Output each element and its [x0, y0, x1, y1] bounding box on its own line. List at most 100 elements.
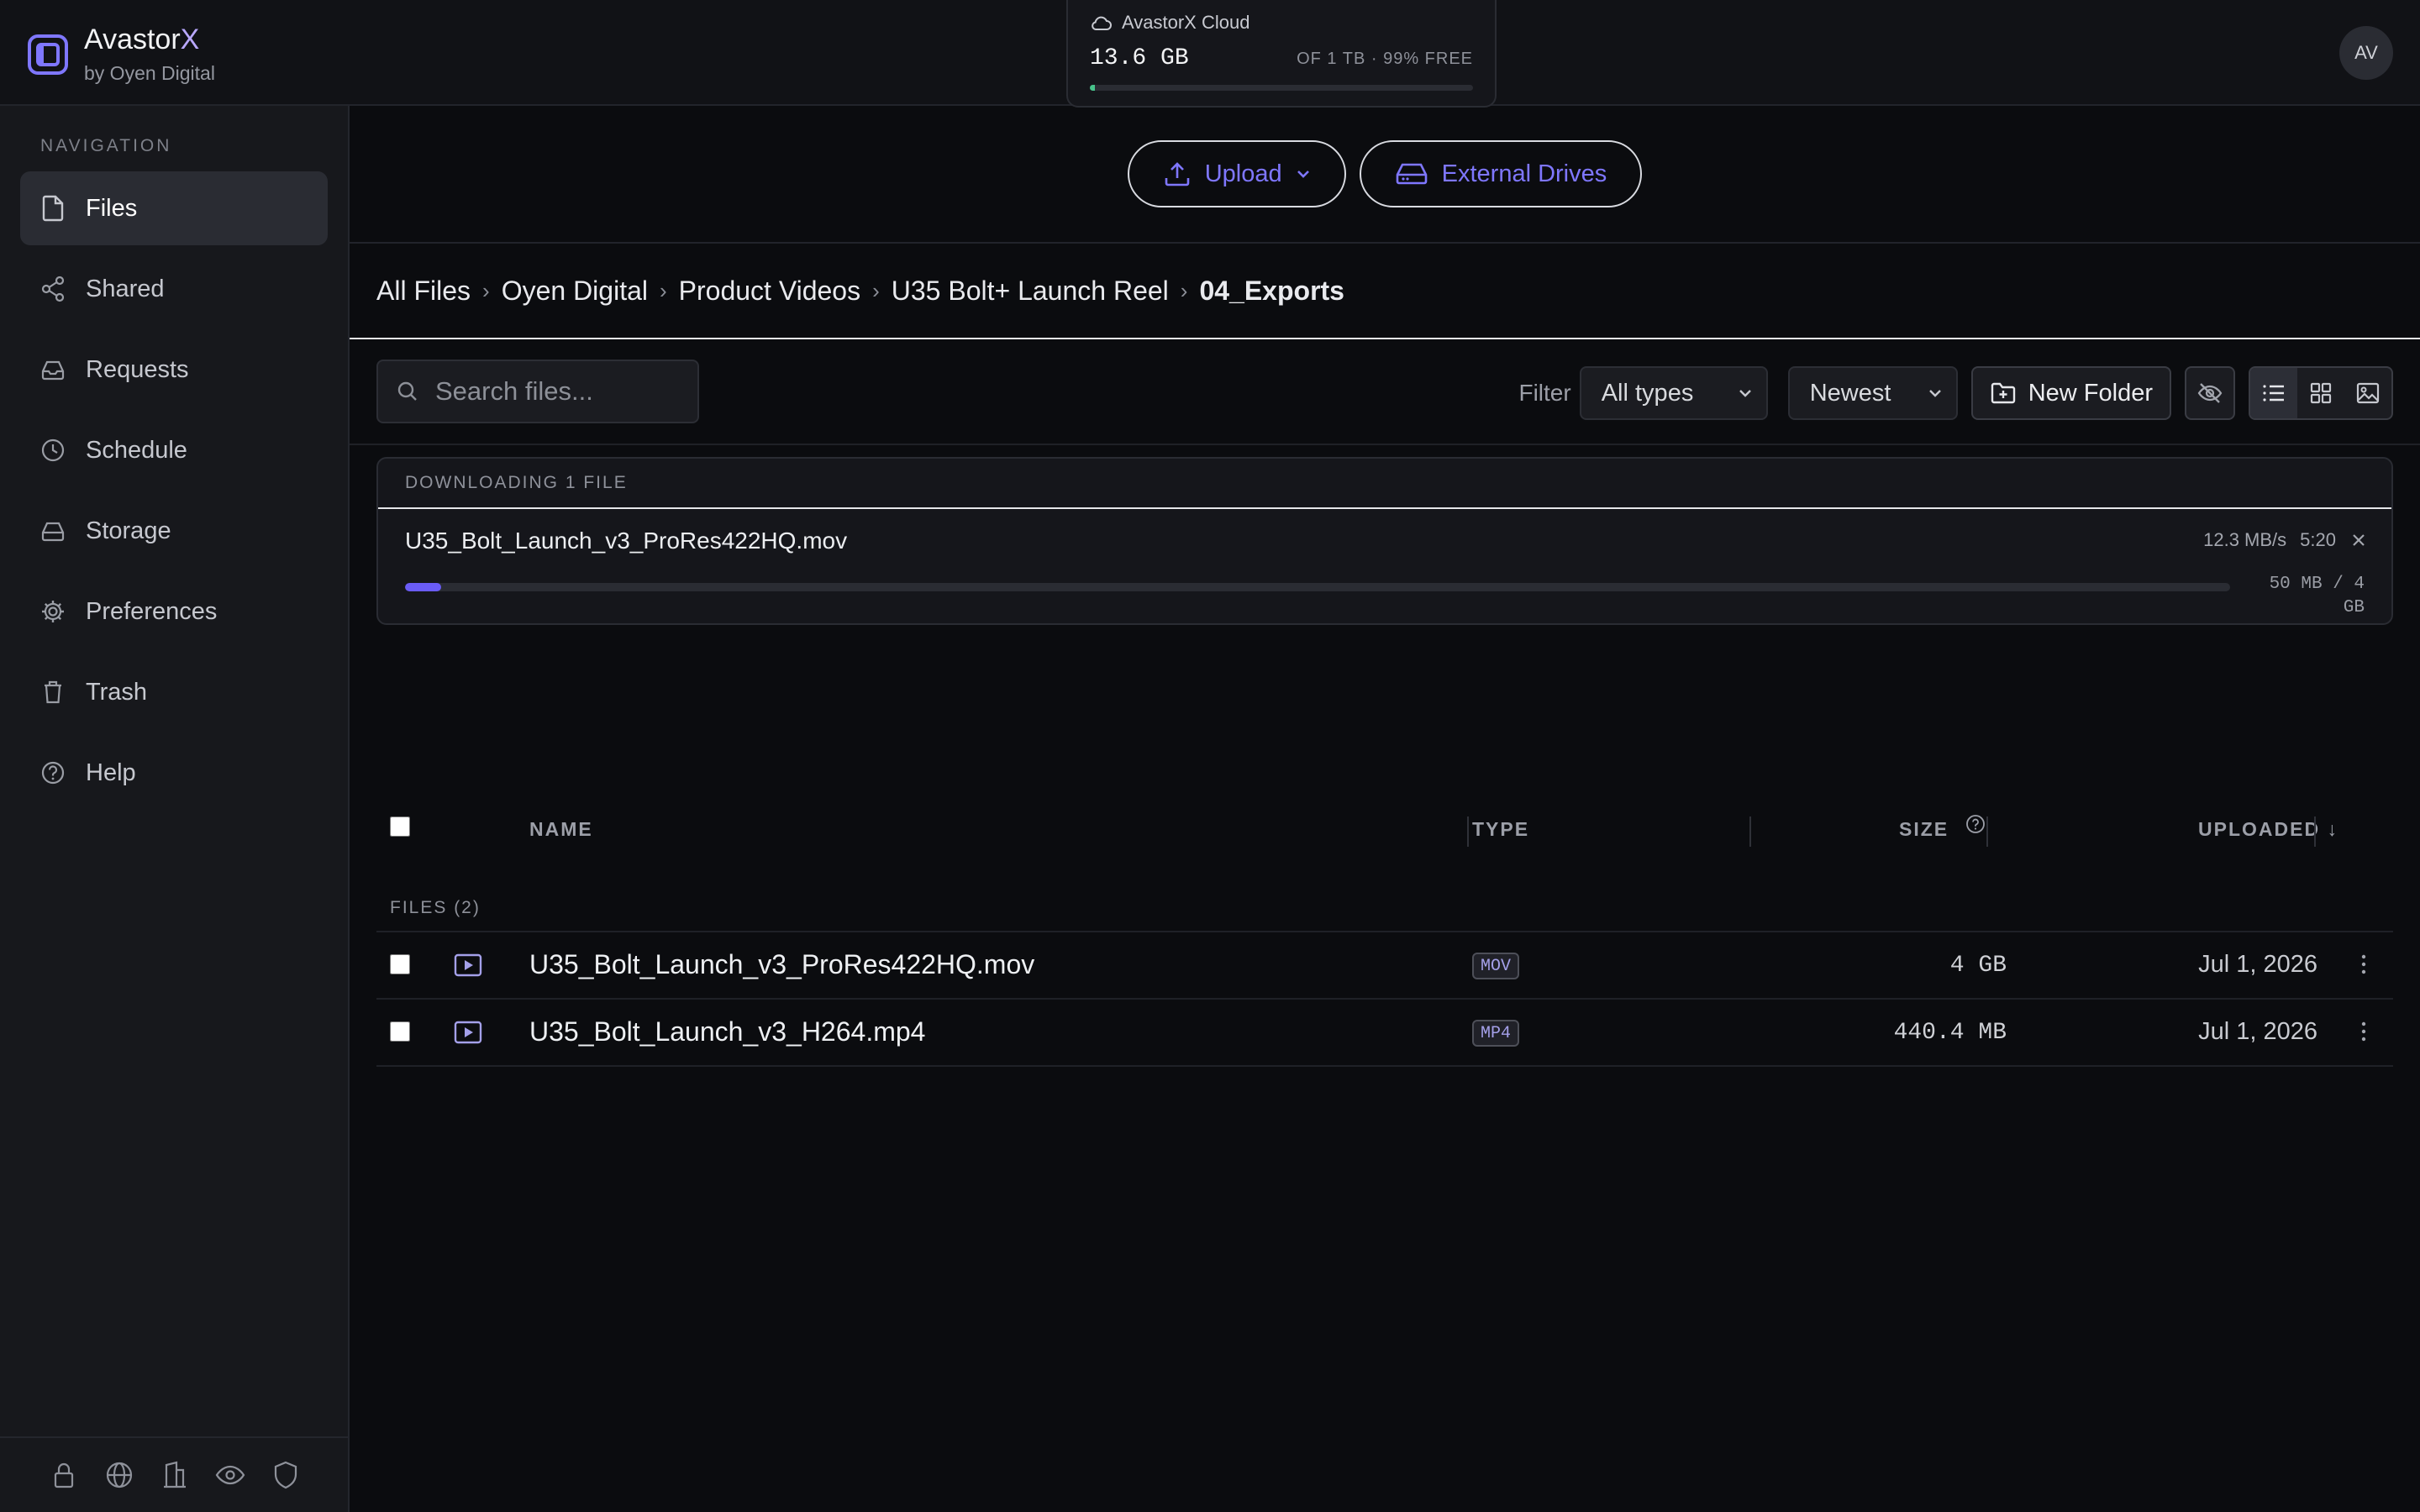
breadcrumb-item[interactable]: Product Videos — [679, 276, 860, 307]
toggle-hidden-button[interactable] — [2185, 366, 2235, 420]
file-uploaded-date: Jul 1, 2026 — [2198, 1018, 2317, 1045]
brand[interactable]: AvastorX by Oyen Digital — [27, 24, 215, 85]
new-folder-button[interactable]: New Folder — [1970, 366, 2171, 420]
column-header-uploaded[interactable]: UPLOADED ↓ — [2198, 818, 2338, 841]
cloud-usage-fill — [1090, 85, 1096, 91]
search-input[interactable] — [434, 375, 689, 407]
row-checkbox[interactable] — [390, 954, 410, 974]
column-divider[interactable] — [1467, 816, 1469, 847]
gallery-view-button[interactable] — [2344, 368, 2391, 418]
eye-icon[interactable] — [215, 1460, 245, 1490]
image-icon — [2356, 382, 2380, 404]
file-type-badge: MP4 — [1472, 1020, 1520, 1047]
download-speed: 12.3 MB/s — [2203, 529, 2287, 550]
type-filter-select[interactable]: All types — [1579, 366, 1768, 420]
column-divider[interactable] — [2314, 816, 2316, 847]
search-box[interactable] — [376, 360, 699, 423]
file-uploaded-date: Jul 1, 2026 — [2198, 951, 2317, 978]
view-mode-toggle — [2249, 366, 2393, 420]
search-icon — [397, 381, 417, 401]
breadcrumb-item[interactable]: U35 Bolt+ Launch Reel — [892, 276, 1169, 307]
column-divider[interactable] — [1986, 816, 1988, 847]
avatar[interactable]: AV — [2339, 26, 2393, 80]
sidebar-footer — [0, 1436, 348, 1512]
breadcrumb-item[interactable]: Oyen Digital — [502, 276, 648, 307]
sidebar-item-label: Help — [86, 759, 136, 786]
inbox-icon — [41, 360, 65, 381]
sidebar-item-storage[interactable]: Storage — [20, 494, 328, 568]
cancel-download-button[interactable] — [2351, 533, 2366, 548]
app-byline: by Oyen Digital — [84, 62, 215, 84]
file-size: 440.4 MB — [1893, 1020, 2007, 1046]
file-list: U35_Bolt_Launch_v3_ProRes422HQ.mov MOV 4… — [376, 931, 2393, 1067]
download-progress-text: 50 MB / 4 GB — [2269, 575, 2365, 617]
sidebar-item-preferences[interactable]: Preferences — [20, 575, 328, 648]
upload-icon — [1165, 162, 1190, 186]
sidebar-item-requests[interactable]: Requests — [20, 333, 328, 407]
file-name[interactable]: U35_Bolt_Launch_v3_ProRes422HQ.mov — [529, 949, 1034, 980]
column-header-size[interactable]: SIZE — [1899, 818, 1949, 841]
folder-plus-icon — [1991, 382, 2015, 404]
globe-icon[interactable] — [104, 1460, 134, 1490]
help-icon[interactable] — [1965, 813, 1986, 835]
breadcrumb-current: 04_Exports — [1199, 275, 1344, 306]
sidebar-item-help[interactable]: Help — [20, 736, 328, 810]
shield-icon[interactable] — [271, 1460, 301, 1490]
hard-drive-icon — [1396, 163, 1427, 185]
nav-title: NAVIGATION — [40, 136, 172, 155]
file-name[interactable]: U35_Bolt_Launch_v3_H264.mp4 — [529, 1016, 925, 1047]
sidebar-item-schedule[interactable]: Schedule — [20, 413, 328, 487]
sidebar-item-files[interactable]: Files — [20, 171, 328, 245]
sidebar-item-label: Trash — [86, 678, 148, 706]
building-icon[interactable] — [160, 1460, 190, 1490]
sidebar-item-label: Schedule — [86, 436, 187, 464]
select-all-checkbox[interactable] — [390, 816, 410, 837]
breadcrumb: All Files › Oyen Digital › Product Video… — [350, 244, 2420, 339]
list-icon — [2263, 385, 2284, 402]
external-drives-label: External Drives — [1441, 160, 1607, 187]
sidebar-item-label: Preferences — [86, 597, 218, 625]
sidebar-item-label: Files — [86, 194, 138, 222]
cloud-usage-bar — [1090, 85, 1473, 91]
sidebar: NAVIGATION Files Shared Requests Schedul… — [0, 106, 350, 1512]
app-logo-icon — [28, 34, 68, 75]
file-toolbar: Filter All types Newest New Folder — [350, 339, 2420, 445]
row-checkbox[interactable] — [390, 1021, 410, 1042]
cloud-title: AvastorX Cloud — [1122, 12, 1250, 33]
action-bar: Upload External Drives — [350, 106, 2420, 244]
lock-icon[interactable] — [49, 1460, 79, 1490]
chevron-down-icon — [1297, 171, 1309, 178]
column-divider[interactable] — [1749, 816, 1751, 847]
cloud-storage-widget[interactable]: AvastorX Cloud 13.6 GB OF 1 TB · 99% FRE… — [1066, 0, 1497, 108]
breadcrumb-separator: › — [482, 277, 490, 303]
row-menu-button[interactable] — [2360, 1018, 2368, 1045]
file-icon — [42, 195, 64, 222]
trash-icon — [45, 680, 61, 704]
table-row[interactable]: U35_Bolt_Launch_v3_H264.mp4 MP4 440.4 MB… — [376, 1000, 2393, 1067]
top-bar: AvastorX by Oyen Digital AvastorX Cloud … — [0, 0, 2420, 108]
breadcrumb-separator: › — [1180, 277, 1188, 303]
gear-icon — [42, 601, 64, 622]
upload-button[interactable]: Upload — [1127, 140, 1346, 207]
table-header: NAME TYPE SIZE UPLOADED ↓ — [376, 810, 2393, 862]
list-view-button[interactable] — [2250, 368, 2297, 418]
sidebar-item-shared[interactable]: Shared — [20, 252, 328, 326]
download-header: DOWNLOADING 1 FILE — [378, 459, 2391, 509]
breadcrumb-separator: › — [659, 277, 667, 303]
more-vertical-icon — [2361, 1021, 2366, 1042]
download-eta: 5:20 — [2300, 529, 2336, 550]
sidebar-item-label: Requests — [86, 355, 189, 383]
table-row[interactable]: U35_Bolt_Launch_v3_ProRes422HQ.mov MOV 4… — [376, 932, 2393, 1000]
row-menu-button[interactable] — [2360, 951, 2368, 978]
sidebar-item-trash[interactable]: Trash — [20, 655, 328, 729]
column-header-name[interactable]: NAME — [529, 818, 593, 841]
grid-icon — [2310, 382, 2332, 404]
sort-select[interactable]: Newest — [1787, 366, 1958, 420]
breadcrumb-item[interactable]: All Files — [376, 276, 471, 307]
more-vertical-icon — [2361, 954, 2366, 974]
external-drives-button[interactable]: External Drives — [1359, 140, 1643, 207]
grid-view-button[interactable] — [2297, 368, 2344, 418]
file-table: NAME TYPE SIZE UPLOADED ↓ FILES (2) U35_… — [376, 810, 2393, 1067]
download-progress-fill — [405, 583, 442, 591]
column-header-type[interactable]: TYPE — [1472, 818, 1529, 841]
